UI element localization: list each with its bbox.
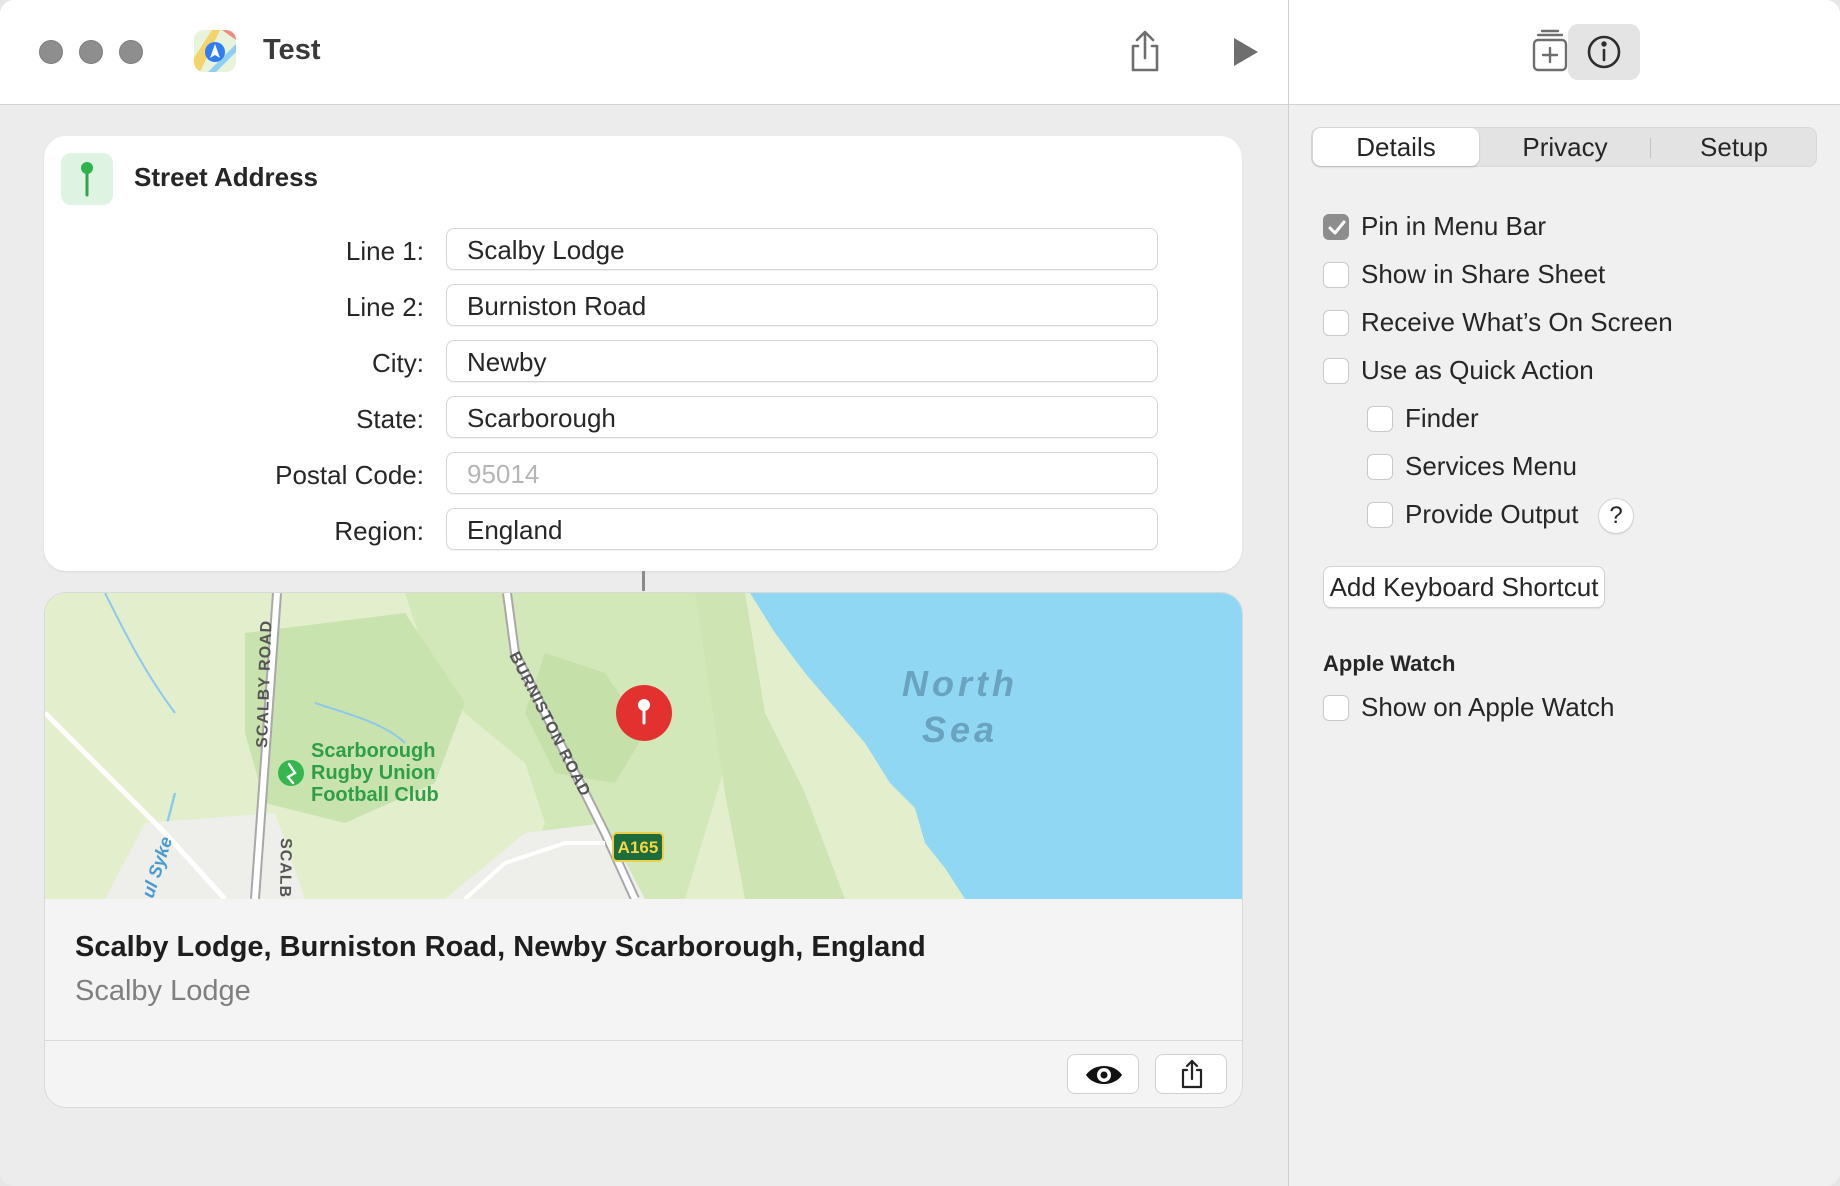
map-pin-icon[interactable] <box>616 685 672 741</box>
share-result-button[interactable] <box>1155 1054 1227 1094</box>
add-keyboard-shortcut-button[interactable]: Add Keyboard Shortcut <box>1323 566 1605 608</box>
inspector-pane: Details Privacy Setup Pin in Menu Bar Sh… <box>1288 0 1840 1186</box>
share-result-icon <box>1181 1059 1203 1089</box>
club-label-line3: Football Club <box>311 784 439 806</box>
apple-watch-heading: Apple Watch <box>1323 651 1456 676</box>
inspector-tabs: Details Privacy Setup <box>1311 127 1817 167</box>
quick-action-checkbox[interactable] <box>1323 358 1349 384</box>
club-label-line1: Scarborough <box>311 740 435 762</box>
quick-action-label[interactable]: Use as Quick Action <box>1361 355 1594 386</box>
a165-label: A165 <box>618 838 659 857</box>
map-preview[interactable]: A165 SCALBY ROAD SCALBY BURNISTON ROAD u… <box>45 593 1242 910</box>
inspector-toolbar <box>1289 0 1840 105</box>
show-on-apple-watch-label[interactable]: Show on Apple Watch <box>1361 692 1614 723</box>
state-row: State: Scarborough <box>44 396 1242 440</box>
sea-label-line1: North <box>902 663 1018 704</box>
provide-output-checkbox[interactable] <box>1367 502 1393 528</box>
postal-code-label: Postal Code: <box>275 460 424 490</box>
tab-setup[interactable]: Setup <box>1652 128 1816 166</box>
editor-pane: Test Street Address Line 1: Scalby Lodge… <box>0 0 1288 1186</box>
play-icon[interactable] <box>1220 28 1268 76</box>
line2-label: Line 2: <box>345 292 424 322</box>
pin-in-menu-bar-checkbox[interactable] <box>1323 214 1349 240</box>
services-menu-label[interactable]: Services Menu <box>1405 451 1577 482</box>
address-result-title: Scalby Lodge, Burniston Road, Newby Scar… <box>75 931 926 963</box>
maps-icon[interactable] <box>194 30 236 72</box>
title-bar: Test <box>0 0 1288 105</box>
info-icon[interactable] <box>1568 24 1640 80</box>
show-in-share-sheet-checkbox[interactable] <box>1323 262 1349 288</box>
street-address-action[interactable]: Street Address Line 1: Scalby Lodge Line… <box>44 136 1242 571</box>
services-menu-checkbox[interactable] <box>1367 454 1393 480</box>
line1-field[interactable]: Scalby Lodge <box>446 228 1158 270</box>
result-divider <box>45 1040 1242 1041</box>
region-label: Region: <box>334 516 424 546</box>
tab-privacy[interactable]: Privacy <box>1482 128 1648 166</box>
share-icon[interactable] <box>1121 28 1169 76</box>
city-row: City: Newby <box>44 340 1242 384</box>
address-line1-row: Line 1: Scalby Lodge <box>44 228 1242 272</box>
receive-on-screen-label[interactable]: Receive What’s On Screen <box>1361 307 1673 338</box>
place-name: Scalby Lodge <box>75 975 251 1007</box>
help-button[interactable]: ? <box>1598 498 1634 534</box>
region-row: Region: England <box>44 508 1242 552</box>
postal-code-row: Postal Code: 95014 <box>44 452 1242 496</box>
pin-in-menu-bar-label[interactable]: Pin in Menu Bar <box>1361 211 1546 242</box>
region-field[interactable]: England <box>446 508 1158 550</box>
postal-code-field[interactable]: 95014 <box>446 452 1158 494</box>
city-field[interactable]: Newby <box>446 340 1158 382</box>
pin-icon <box>61 153 113 205</box>
zoom-window-button[interactable] <box>119 40 143 64</box>
scalby-road-lower-label: SCALBY <box>276 838 294 899</box>
finder-label[interactable]: Finder <box>1405 403 1479 434</box>
provide-output-label[interactable]: Provide Output <box>1405 499 1578 530</box>
shortcut-editor-window: Test Street Address Line 1: Scalby Lodge… <box>0 0 1840 1186</box>
sea-label-line2: Sea <box>922 709 998 750</box>
action-title: Street Address <box>134 162 318 192</box>
eye-icon <box>1086 1066 1122 1084</box>
state-label: State: <box>356 404 424 434</box>
club-label-line2: Rugby Union <box>311 762 435 784</box>
minimize-window-button[interactable] <box>79 40 103 64</box>
line2-field[interactable]: Burniston Road <box>446 284 1158 326</box>
finder-checkbox[interactable] <box>1367 406 1393 432</box>
line1-label: Line 1: <box>345 236 424 266</box>
address-line2-row: Line 2: Burniston Road <box>44 284 1242 328</box>
show-in-share-sheet-label[interactable]: Show in Share Sheet <box>1361 259 1605 290</box>
receive-on-screen-checkbox[interactable] <box>1323 310 1349 336</box>
window-title: Test <box>263 34 321 66</box>
show-on-apple-watch-checkbox[interactable] <box>1323 695 1349 721</box>
checkmark-icon <box>1328 220 1346 235</box>
close-window-button[interactable] <box>39 40 63 64</box>
quick-look-button[interactable] <box>1067 1054 1139 1094</box>
tab-details[interactable]: Details <box>1313 128 1479 166</box>
tab-separator <box>1650 138 1651 158</box>
action-connector <box>642 571 645 591</box>
location-result-card[interactable]: A165 SCALBY ROAD SCALBY BURNISTON ROAD u… <box>44 592 1243 1108</box>
state-field[interactable]: Scarborough <box>446 396 1158 438</box>
city-label: City: <box>372 348 424 378</box>
